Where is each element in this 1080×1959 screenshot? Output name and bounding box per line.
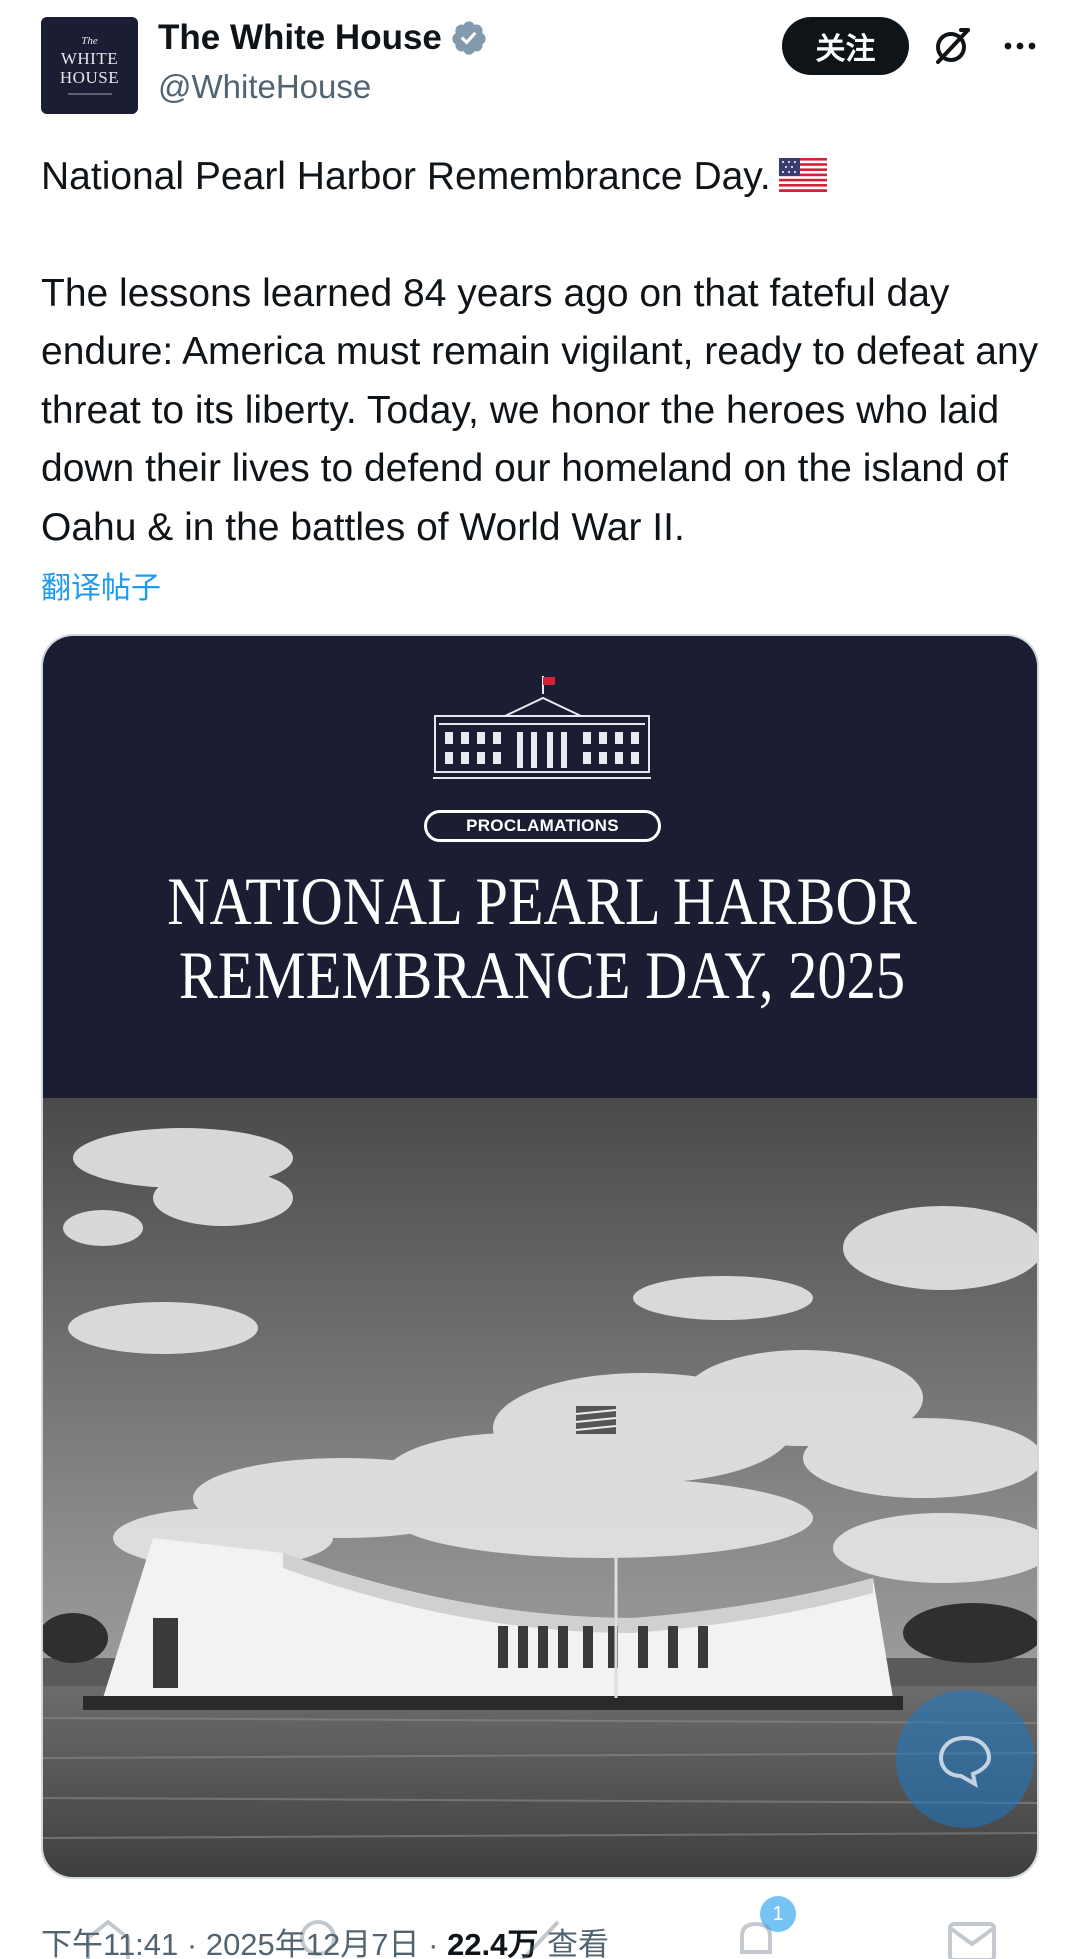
account-handle[interactable]: @WhiteHouse: [158, 68, 371, 106]
media-banner: PROCLAMATIONS NATIONAL PEARL HARBOR REME…: [43, 636, 1037, 1098]
us-flag-icon: [778, 157, 827, 192]
chat-bubble-icon: [938, 1735, 992, 1788]
notification-badge: 1: [760, 1896, 796, 1932]
tweet-header: The WHITE HOUSE The White House @WhiteHo…: [0, 0, 1080, 130]
tweet-line-1: National Pearl Harbor Remembrance Day.: [41, 148, 1051, 207]
tweet-body: The lessons learned 84 years ago on that…: [41, 271, 1039, 549]
verified-badge-icon[interactable]: [450, 19, 488, 57]
chat-fab[interactable]: [896, 1690, 1034, 1828]
memorial-photo: [43, 1098, 1037, 1877]
avatar-text-3: HOUSE: [59, 68, 120, 87]
headline-line-1: NATIONAL PEARL HARBOR: [167, 863, 917, 939]
grok-icon[interactable]: [928, 22, 976, 70]
headline-line-2: REMEMBRANCE DAY, 2025: [178, 937, 906, 1013]
translate-link[interactable]: 翻译帖子: [41, 563, 161, 607]
white-house-logo-icon: [433, 676, 651, 779]
media-headline: NATIONAL PEARL HARBOR REMEMBRANCE DAY, 2…: [113, 864, 971, 1012]
messages-icon[interactable]: [944, 1912, 1000, 1959]
name-row: The White House: [158, 18, 488, 58]
avatar-text-1: The: [81, 35, 98, 47]
follow-button[interactable]: 关注: [782, 17, 909, 75]
tweet-text: National Pearl Harbor Remembrance Day. T…: [41, 148, 1051, 557]
grok-nav-icon[interactable]: [512, 1912, 568, 1959]
home-icon[interactable]: [80, 1912, 136, 1959]
avatar[interactable]: The WHITE HOUSE: [41, 17, 138, 114]
display-name[interactable]: The White House: [158, 18, 442, 58]
more-icon[interactable]: [996, 22, 1044, 70]
bottom-nav: [0, 1900, 1080, 1959]
proclamations-badge: PROCLAMATIONS: [424, 810, 661, 842]
avatar-text-2: WHITE: [60, 49, 119, 68]
search-icon[interactable]: [292, 1912, 348, 1959]
tweet-title-text: National Pearl Harbor Remembrance Day.: [41, 155, 771, 198]
media-card[interactable]: PROCLAMATIONS NATIONAL PEARL HARBOR REME…: [41, 634, 1039, 1879]
avatar-rule: [67, 93, 112, 95]
